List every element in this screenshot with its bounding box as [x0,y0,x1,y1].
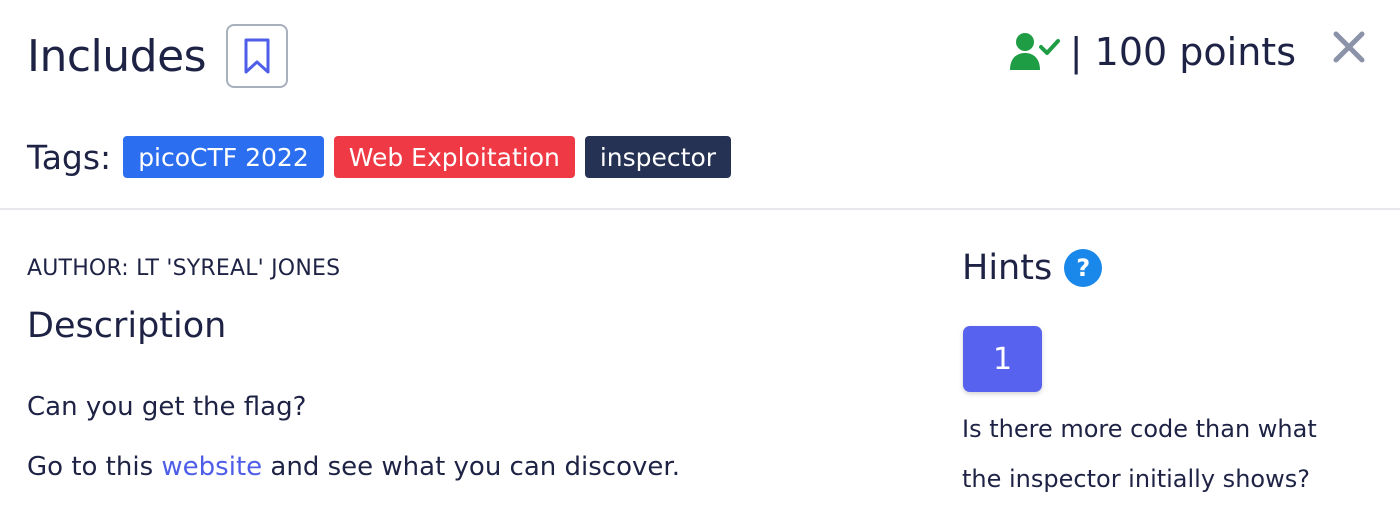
help-icon[interactable]: ? [1064,249,1103,287]
points-text: | 100 points [1069,30,1296,74]
tags-row: Tags: picoCTF 2022 Web Exploitation insp… [27,136,741,178]
tag-web-exploitation[interactable]: Web Exploitation [333,136,575,178]
bookmark-button[interactable] [226,24,289,88]
hint-text: Is there more code than what the inspect… [962,404,1382,504]
close-button[interactable] [1328,26,1372,70]
author-label: AUTHOR: LT 'SYREAL' JONES [27,256,341,281]
hint-text-line-1: Is there more code than what [962,415,1317,443]
user-check-icon [1009,33,1060,70]
page-title: Includes [27,30,207,82]
bookmark-icon [244,38,270,74]
description-text-suffix: and see what you can discover. [262,452,680,482]
description-line-1: Can you get the flag? [27,392,307,422]
hints-heading: Hints [962,248,1053,288]
title-row: Includes [27,22,289,90]
points-row: | 100 points [1009,22,1296,82]
hint-text-line-2: the inspector initially shows? [962,465,1310,493]
description-heading: Description [27,306,227,346]
hint-1-button[interactable]: 1 [963,326,1042,392]
tag-inspector[interactable]: inspector [584,136,732,178]
description-text-prefix: Go to this [27,452,162,482]
tags-label: Tags: [27,137,112,177]
hints-header: Hints ? [962,248,1103,288]
website-link[interactable]: website [161,452,262,482]
tag-picoctf-2022[interactable]: picoCTF 2022 [123,136,324,178]
description-line-2: Go to this website and see what you can … [27,452,680,482]
close-icon [1333,31,1365,63]
divider [0,208,1400,210]
